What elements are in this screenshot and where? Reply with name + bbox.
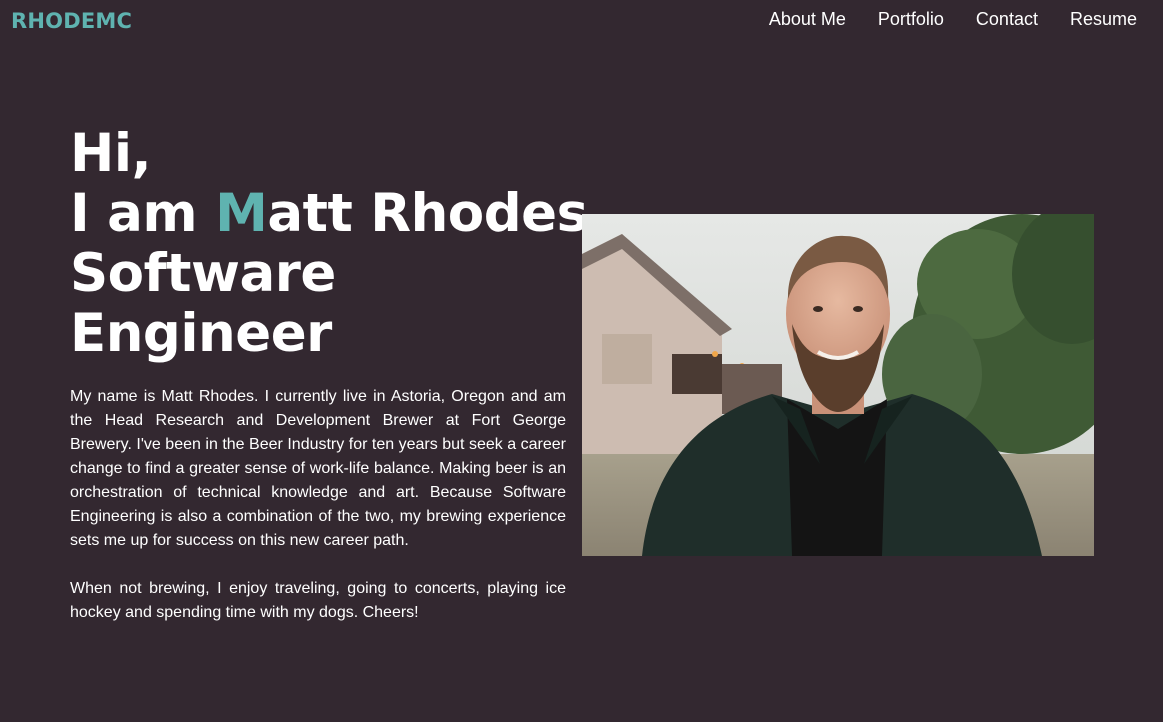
nav-links: About Me Portfolio Contact Resume <box>769 9 1137 30</box>
nav-link-about-me[interactable]: About Me <box>769 9 846 30</box>
hero-intro-prefix: I am <box>70 183 216 244</box>
bio-section: My name is Matt Rhodes. I currently live… <box>70 385 566 649</box>
hero-greeting: Hi, <box>70 123 152 184</box>
nav-link-contact[interactable]: Contact <box>976 9 1038 30</box>
top-nav: RHODEMC About Me Portfolio Contact Resum… <box>0 0 1163 40</box>
bio-paragraph-1: My name is Matt Rhodes. I currently live… <box>70 388 566 549</box>
nav-link-portfolio[interactable]: Portfolio <box>878 9 944 30</box>
nav-link-resume[interactable]: Resume <box>1070 9 1137 30</box>
hero-intro: I am Matt Rhodes <box>70 183 588 244</box>
hero-heading: Hi, I am Matt Rhodes Software Engineer <box>70 123 588 364</box>
hero-name-rest: att Rhodes <box>267 183 588 244</box>
hero-title-line2: Engineer <box>70 303 332 364</box>
hero-name-initial: M <box>215 183 268 244</box>
hero-title-line1: Software <box>70 243 336 304</box>
profile-photo-illustration <box>582 214 1094 556</box>
brand-logo[interactable]: RHODEMC <box>11 9 132 33</box>
bio-paragraph-2: When not brewing, I enjoy traveling, goi… <box>70 580 566 621</box>
profile-photo <box>582 214 1094 556</box>
